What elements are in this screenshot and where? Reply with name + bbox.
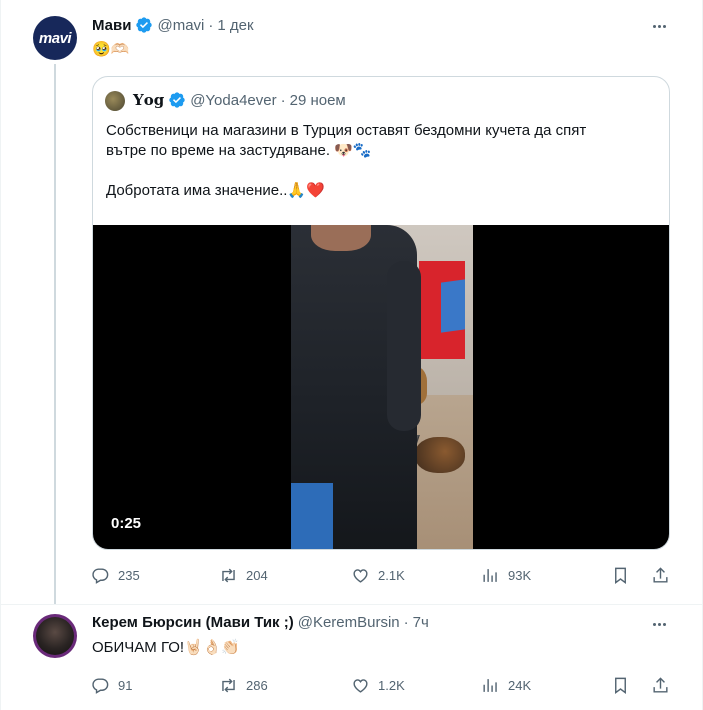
reply-button[interactable]: 91 [91, 676, 132, 695]
tweet-text: 🥹🫶🏻 [92, 41, 130, 58]
verified-badge-icon [169, 92, 185, 108]
views-count: 24K [508, 677, 532, 693]
quoted-display-name[interactable]: 𝐘𝐨𝐠 [133, 91, 164, 109]
quoted-tweet-text: Собственици на магазини в Турция оставят… [106, 121, 658, 201]
avatar-mavi[interactable]: mavi [33, 16, 77, 60]
reply-text: ОБИЧАМ ГО!🤘🏻👌🏻👏🏻 [92, 639, 241, 656]
share-icon [653, 676, 668, 693]
views-count: 93K [508, 567, 532, 583]
bookmark-icon [615, 567, 626, 584]
reply-header: Керем Бюрсин (Мави Тик ;) @KeremBursin ·… [92, 614, 429, 631]
verified-badge-icon [136, 17, 153, 33]
bookmark-button[interactable] [611, 676, 630, 695]
like-icon [353, 678, 368, 693]
avatar-kerem[interactable] [33, 614, 77, 658]
separator-dot: · [208, 16, 214, 34]
reply-actions: 91 286 1.2K 24K [91, 674, 673, 696]
video-duration: 0:25 [111, 515, 142, 532]
bookmark-icon [615, 677, 626, 694]
repost-icon [222, 678, 235, 692]
repost-button[interactable]: 204 [219, 566, 268, 585]
video-frame [291, 225, 473, 549]
quoted-text-line: вътре по време на застудяване. 🐶🐾 [106, 142, 372, 159]
display-name[interactable]: Керем Бюрсин (Мави Тик ;) [92, 614, 294, 631]
separator-dot: · [403, 614, 409, 631]
share-button[interactable] [651, 676, 670, 695]
views-button[interactable]: 24K [481, 676, 531, 695]
repost-count: 204 [246, 567, 268, 583]
quoted-text-line: Собственици на магазини в Турция оставят… [106, 122, 587, 139]
video-player[interactable]: 0:25 [93, 225, 669, 549]
tweet-actions: 235 204 2.1K 93K [91, 564, 673, 586]
reply-button[interactable]: 235 [91, 566, 140, 585]
quoted-tweet-card[interactable]: 𝐘𝐨𝐠 @Yoda4ever · 29 ноем Собственици на … [92, 76, 670, 550]
quoted-avatar[interactable] [105, 91, 125, 111]
like-icon [353, 568, 368, 583]
quoted-tweet-header: 𝐘𝐨𝐠 @Yoda4ever · 29 ноем [133, 91, 346, 109]
tweet-divider [1, 604, 703, 605]
views-icon [483, 568, 497, 582]
thread-line [54, 64, 56, 604]
repost-button[interactable]: 286 [219, 676, 268, 695]
views-button[interactable]: 93K [481, 566, 531, 585]
reply-icon [92, 677, 109, 694]
timestamp[interactable]: 1 дек [217, 17, 253, 34]
repost-count: 286 [246, 677, 268, 693]
separator-dot: · [280, 91, 286, 109]
share-icon [653, 566, 668, 583]
more-icon[interactable] [649, 16, 669, 36]
reply-count: 91 [118, 677, 133, 693]
share-button[interactable] [651, 566, 670, 585]
like-count: 1.2K [378, 677, 405, 693]
repost-icon [222, 568, 235, 582]
timeline: mavi Мави @mavi · 1 дек 🥹🫶🏻 𝐘𝐨𝐠 @Yoda4ev… [0, 0, 703, 710]
like-count: 2.1K [378, 567, 405, 583]
avatar-logo-text: mavi [38, 29, 72, 47]
views-icon [483, 678, 497, 692]
reply-icon [92, 567, 109, 584]
display-name[interactable]: Мави [92, 17, 131, 34]
timestamp[interactable]: 7ч [413, 614, 429, 631]
quoted-timestamp: 29 ноем [289, 91, 346, 109]
bookmark-button[interactable] [611, 566, 630, 585]
more-icon[interactable] [649, 614, 669, 634]
reply-count: 235 [118, 567, 140, 583]
quoted-handle: @Yoda4ever [190, 91, 277, 109]
handle[interactable]: @mavi [157, 17, 204, 34]
tweet-header: Мави @mavi · 1 дек [92, 16, 254, 34]
like-button[interactable]: 1.2K [351, 676, 405, 695]
like-button[interactable]: 2.1K [351, 566, 405, 585]
handle[interactable]: @KeremBursin [298, 614, 400, 631]
quoted-text-line: Добротата има значение..🙏❤️ [106, 182, 325, 199]
